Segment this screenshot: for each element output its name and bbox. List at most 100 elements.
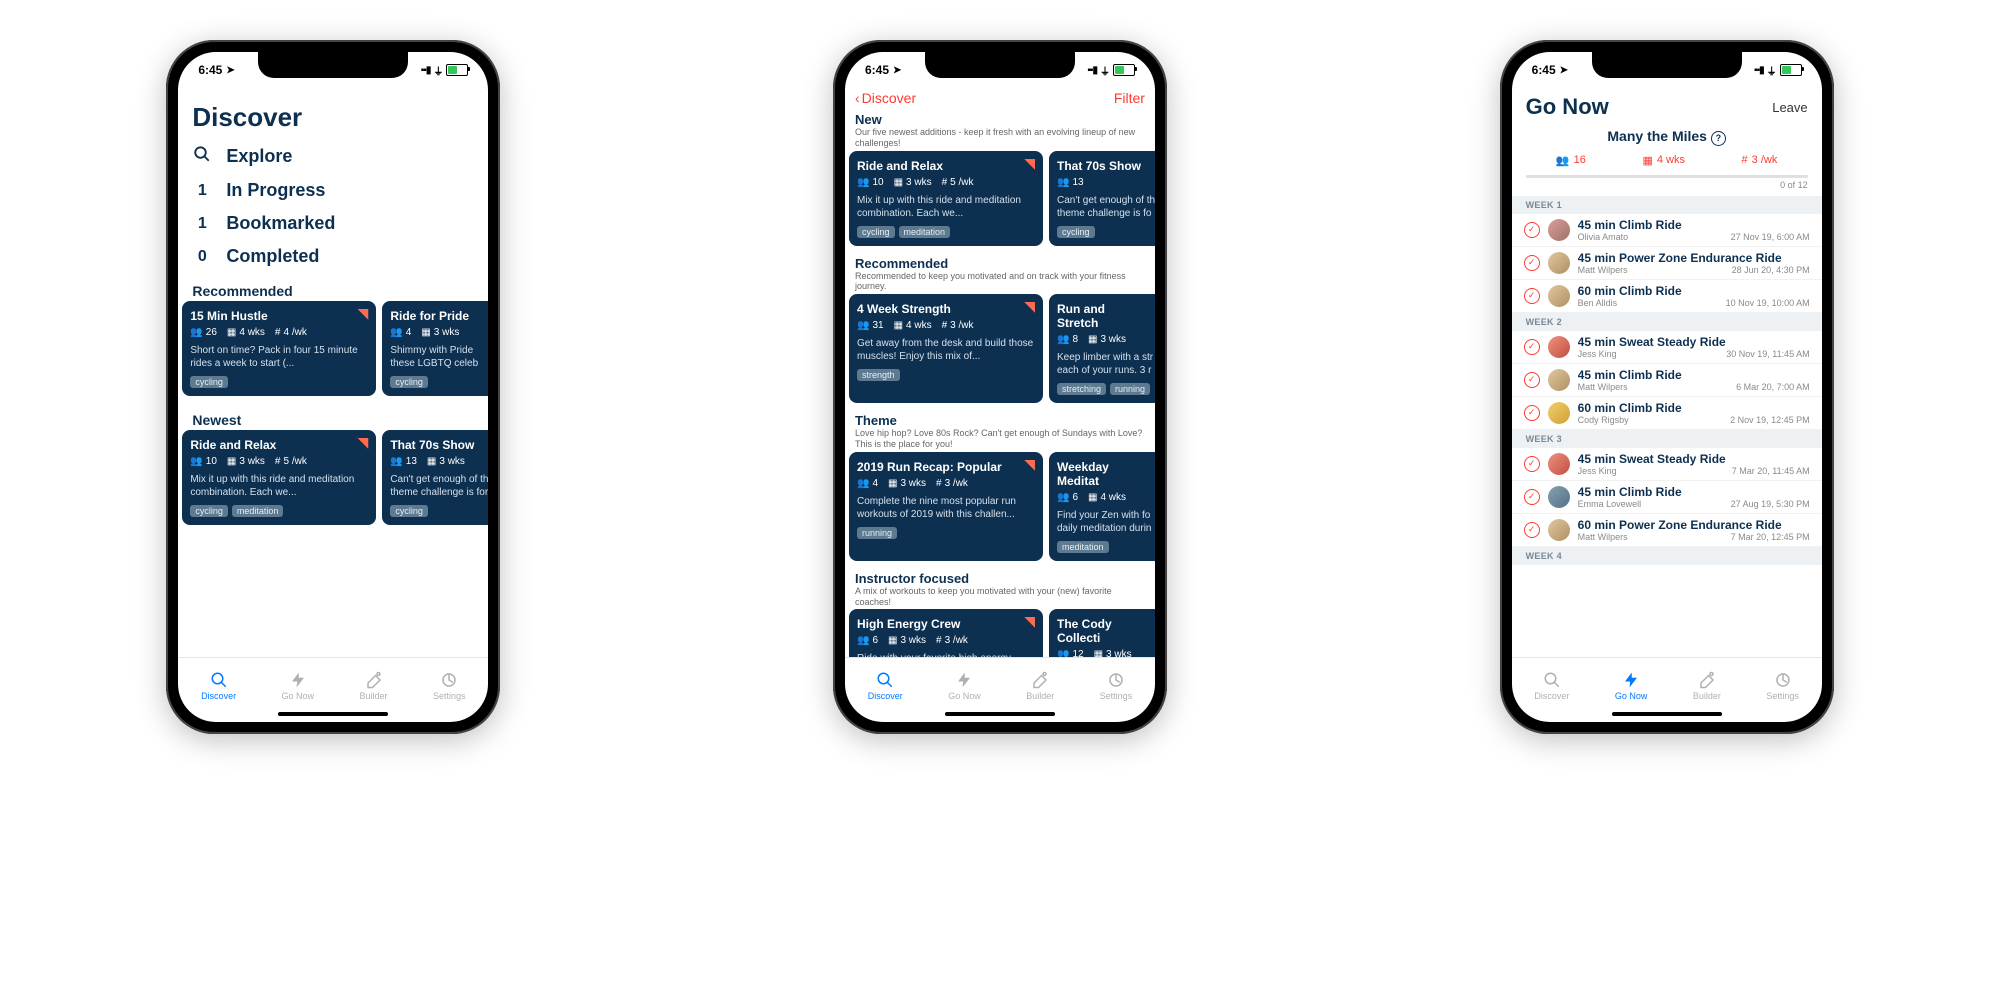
workout-row[interactable]: ✓45 min Climb RideOlivia Amato27 Nov 19,…	[1512, 214, 1822, 247]
tab-discover[interactable]: Discover	[868, 671, 903, 701]
bookmark-icon[interactable]: ◥	[1024, 298, 1035, 315]
hash-icon: #	[1742, 154, 1748, 166]
tab-settings[interactable]: Settings	[1766, 671, 1799, 701]
rate-stat: #3 /wk	[936, 635, 968, 646]
workout-row[interactable]: ✓45 min Power Zone Endurance RideMatt Wi…	[1512, 247, 1822, 280]
workout-title: 45 min Sweat Steady Ride	[1578, 452, 1810, 466]
tag: meditation	[232, 505, 284, 517]
workout-row[interactable]: ✓60 min Climb RideCody Rigsby2 Nov 19, 1…	[1512, 397, 1822, 430]
check-icon[interactable]: ✓	[1524, 372, 1540, 388]
leave-button[interactable]: Leave	[1772, 100, 1807, 115]
wifi-icon: ⏚	[1100, 63, 1110, 78]
workout-row[interactable]: ✓45 min Climb RideEmma Lovewell27 Aug 19…	[1512, 481, 1822, 514]
workout-date: 30 Nov 19, 11:45 AM	[1726, 349, 1809, 359]
challenge-card[interactable]: ◥15 Min Hustle👥26▦4 wks#4 /wkShort on ti…	[182, 301, 376, 396]
card-title: The Cody Collecti	[1057, 617, 1155, 645]
tab-builder[interactable]: Builder	[1693, 671, 1721, 701]
workout-row[interactable]: ✓45 min Sweat Steady RideJess King7 Mar …	[1512, 448, 1822, 481]
card-title: Weekday Meditat	[1057, 460, 1155, 488]
menu-completed[interactable]: 0 Completed	[192, 240, 474, 273]
challenge-card[interactable]: ◥Ride and Relax👥10▦3 wks#5 /wkMix it up …	[849, 151, 1043, 246]
weeks-stat: ▦3 wks	[1088, 334, 1126, 345]
workout-title: 45 min Climb Ride	[1578, 485, 1810, 499]
challenge-card[interactable]: That 70s Show👥13Can't get enough of th t…	[1049, 151, 1155, 246]
people-icon: 👥	[1057, 492, 1069, 503]
phone-frame-1: 6:45➤ ▪▪▮ ⏚ Discover Explore 1 In Progre…	[166, 40, 500, 734]
info-icon[interactable]: ?	[1711, 131, 1726, 146]
instructor: Jess King	[1578, 349, 1617, 359]
section-title: Theme	[855, 413, 1145, 428]
menu-explore[interactable]: Explore	[192, 139, 474, 174]
calendar-icon: ▦	[888, 478, 897, 489]
tab-builder[interactable]: Builder	[360, 671, 388, 701]
tab-go-now[interactable]: Go Now	[282, 671, 315, 701]
instructor: Ben Alldis	[1578, 298, 1618, 308]
avatar	[1548, 486, 1570, 508]
bookmark-icon[interactable]: ◥	[1024, 155, 1035, 172]
workout-row[interactable]: ✓60 min Power Zone Endurance RideMatt Wi…	[1512, 514, 1822, 547]
filter-button[interactable]: Filter	[1114, 90, 1145, 106]
tab-builder[interactable]: Builder	[1026, 671, 1054, 701]
check-icon[interactable]: ✓	[1524, 489, 1540, 505]
check-icon[interactable]: ✓	[1524, 288, 1540, 304]
avatar	[1548, 252, 1570, 274]
tab-settings[interactable]: Settings	[433, 671, 466, 701]
people-icon: 👥	[857, 478, 869, 489]
tab-discover[interactable]: Discover	[1534, 671, 1569, 701]
calendar-icon: ▦	[421, 327, 430, 338]
workout-row[interactable]: ✓ 45 min Sweat Steady RideJess King 30 Nov…	[1512, 331, 1822, 364]
people-stat: 👥10	[857, 177, 884, 188]
stat-weeks: ▦4 wks	[1642, 154, 1685, 167]
weeks-stat: ▦3 wks	[1094, 649, 1132, 657]
home-indicator	[278, 712, 388, 716]
people-icon: 👥	[1556, 154, 1570, 167]
workout-title: 45 min Sweat Steady Ride	[1578, 335, 1810, 349]
section-title: Instructor focused	[855, 571, 1145, 586]
avatar	[1548, 285, 1570, 307]
challenge-card[interactable]: Weekday Meditat👥6▦4 wksFind your Zen wit…	[1049, 452, 1155, 561]
tag: cycling	[1057, 226, 1095, 238]
challenge-card[interactable]: The Cody Collecti👥12▦3 wksLove being upl…	[1049, 609, 1155, 657]
tag: cycling	[390, 505, 428, 517]
tab-discover[interactable]: Discover	[201, 671, 236, 701]
challenge-card[interactable]: Ride for Pride👥4▦3 wksShimmy with Pride …	[382, 301, 488, 396]
tag: running	[857, 527, 897, 539]
menu-bookmarked[interactable]: 1 Bookmarked	[192, 207, 474, 240]
tab-settings[interactable]: Settings	[1100, 671, 1133, 701]
challenge-card[interactable]: Run and Stretch👥8▦3 wksKeep limber with …	[1049, 294, 1155, 403]
workout-date: 6 Mar 20, 7:00 AM	[1736, 382, 1810, 392]
tab-go-now[interactable]: Go Now	[1615, 671, 1648, 701]
card-desc: Get away from the desk and build those m…	[857, 337, 1035, 363]
check-icon[interactable]: ✓	[1524, 405, 1540, 421]
people-stat: 👥8	[1057, 334, 1078, 345]
bookmark-icon[interactable]: ◥	[358, 434, 369, 451]
challenge-card[interactable]: ◥Ride and Relax👥10▦3 wks#5 /wkMix it up …	[182, 430, 376, 525]
menu-inprogress[interactable]: 1 In Progress	[192, 174, 474, 207]
bookmark-icon[interactable]: ◥	[1024, 456, 1035, 473]
bookmark-icon[interactable]: ◥	[358, 305, 369, 322]
tab-go-now[interactable]: Go Now	[948, 671, 981, 701]
workout-row[interactable]: ✓60 min Climb RideBen Alldis10 Nov 19, 1…	[1512, 280, 1822, 313]
people-stat: 👥13	[390, 456, 417, 467]
card-title: Ride and Relax	[857, 159, 1035, 173]
check-icon[interactable]: ✓	[1524, 339, 1540, 355]
instructor: Cody Rigsby	[1578, 415, 1629, 425]
check-icon[interactable]: ✓	[1524, 456, 1540, 472]
weeks-stat: ▦3 wks	[894, 177, 932, 188]
bookmark-icon[interactable]: ◥	[1024, 613, 1035, 630]
challenge-name: Many the Miles ?	[1512, 124, 1822, 150]
challenge-card[interactable]: ◥4 Week Strength👥31▦4 wks#3 /wkGet away …	[849, 294, 1043, 403]
workout-row[interactable]: ✓45 min Climb RideMatt Wilpers6 Mar 20, …	[1512, 364, 1822, 397]
card-desc: Keep limber with a str each of your runs…	[1057, 351, 1155, 377]
tab-label: Go Now	[1615, 691, 1648, 701]
challenge-card[interactable]: That 70s Show👥13▦3 wksCan't get enough o…	[382, 430, 488, 525]
check-icon[interactable]: ✓	[1524, 222, 1540, 238]
back-button[interactable]: ‹ Discover	[855, 90, 916, 106]
check-icon[interactable]: ✓	[1524, 522, 1540, 538]
challenge-card[interactable]: ◥High Energy Crew👥6▦3 wks#3 /wkRide with…	[849, 609, 1043, 657]
phone-frame-2: 6:45➤ ▪▪▮ ⏚ ‹ Discover Filter NewOur fiv…	[833, 40, 1167, 734]
people-stat: 👥12	[1057, 649, 1084, 657]
calendar-icon: ▦	[1094, 649, 1103, 657]
challenge-card[interactable]: ◥2019 Run Recap: Popular👥4▦3 wks#3 /wkCo…	[849, 452, 1043, 561]
check-icon[interactable]: ✓	[1524, 255, 1540, 271]
